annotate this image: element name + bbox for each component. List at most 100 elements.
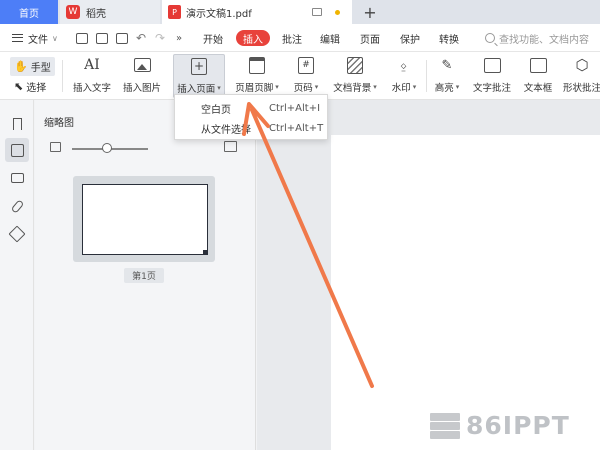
monitor-icon[interactable] [312,8,322,16]
save-button[interactable] [96,24,108,52]
bookmark-icon [12,118,22,134]
file-menu-label: 文件 [28,34,48,46]
add-page-icon: + [190,57,208,75]
menu-comment[interactable]: 批注 [282,24,302,52]
dropdown-item-shortcut: Ctrl+Alt+I [269,102,321,114]
document-canvas[interactable] [257,100,600,450]
site-watermark: 86IPPT [430,408,570,442]
highlight-button[interactable]: ✎ 高亮 ▾ [430,54,464,98]
open-folder-button[interactable] [76,24,88,52]
new-tab-button[interactable]: + [360,2,380,22]
tab-document[interactable]: P 演示文稿1.pdf [162,0,352,24]
dropdown-item-label: 空白页 [201,104,231,116]
text-box-button[interactable]: 文本框 [520,54,556,98]
menu-protect-label: 保护 [400,34,420,46]
stack-logo-icon [430,412,460,439]
menu-convert[interactable]: 转换 [439,24,459,52]
menu-convert-label: 转换 [439,34,459,46]
thumbnail-panel: 缩略图 第1页 [35,100,256,450]
header-footer-label: 页眉页脚 [235,83,274,94]
ribbon-toolbar: ✋ 手型 ⬉ 选择 AI 插入文字 插入图片 + 插入页面 ▾ 页眉页脚 ▾ # 页… [0,52,600,100]
doc-background-label: 文档背景 [333,83,372,94]
menu-page[interactable]: 页面 [360,24,380,52]
menu-protect[interactable]: 保护 [400,24,420,52]
search-placeholder: 查找功能、文档内容 [499,34,589,46]
page-thumbnail[interactable] [73,176,215,262]
hand-tool-button[interactable]: ✋ 手型 [10,57,55,76]
doc-background-button[interactable]: 文档背景 ▾ [331,54,379,98]
menu-insert[interactable]: 插入 [236,30,270,46]
paperclip-icon [10,198,24,214]
watermark-button[interactable]: ⍚ 水印 ▾ [386,54,422,98]
insert-text-button[interactable]: AI 插入文字 [70,54,114,98]
left-icon-bar [0,100,34,450]
menu-comment-label: 批注 [282,34,302,46]
page-thumbnail-image[interactable] [82,184,208,255]
page-number-icon: # [297,56,315,74]
redo-icon: ↷ [155,31,166,45]
watermark-text: 86IPPT [466,410,570,440]
hand-tool-label: 手型 [30,63,51,74]
more-icon: » [176,32,183,44]
page-number-label: 页码 [293,83,313,94]
folder-icon [76,32,88,44]
menu-edit[interactable]: 编辑 [320,24,340,52]
comment-panel-button[interactable] [5,166,29,190]
print-button[interactable] [116,24,128,52]
tab-bar: 首页 W 稻壳 P 演示文稿1.pdf + [0,0,600,24]
highlight-label: 高亮 [434,83,454,94]
attachment-button[interactable] [5,194,29,218]
dropdown-item-shortcut: Ctrl+Alt+T [269,122,324,134]
tab-document-label: 演示文稿1.pdf [186,8,252,20]
dropdown-item-from-file[interactable]: 从文件选择 Ctrl+Alt+T [175,118,327,138]
caret-down-icon: ▾ [373,83,377,91]
signature-icon [8,225,26,243]
chevron-down-icon: ∨ [52,33,58,43]
insert-page-label: 插入页面 [177,84,216,95]
bookmark-button[interactable] [5,112,29,136]
signature-button[interactable] [5,222,29,246]
menu-edit-label: 编辑 [320,34,340,46]
zoom-slider-handle[interactable] [102,143,112,153]
thumbnail-zoom-slider[interactable] [50,140,250,156]
thumbnail-button[interactable] [5,138,29,162]
text-comment-icon [483,56,501,74]
zoom-out-image-icon[interactable] [50,142,61,152]
ribbon-divider [426,60,427,92]
shape-comment-icon: ⬡ [575,56,589,74]
insert-page-dropdown: 空白页 Ctrl+Alt+I 从文件选择 Ctrl+Alt+T [174,94,328,140]
more-tools-button[interactable]: » [176,24,182,52]
caret-down-icon: ▾ [455,83,460,91]
tab-daoke[interactable]: W 稻壳 [60,0,160,24]
watermark-label: 水印 [391,83,411,94]
insert-page-button[interactable]: + 插入页面 ▾ [173,54,225,98]
search-field[interactable]: 查找功能、文档内容 [485,24,589,52]
caret-down-icon: ▾ [275,83,279,91]
header-footer-button[interactable]: 页眉页脚 ▾ [232,54,282,98]
text-box-label: 文本框 [523,83,553,94]
undo-button[interactable]: ↶ [136,24,146,52]
select-tool-button[interactable]: ⬉ 选择 [14,79,46,94]
tab-home-label: 首页 [19,8,39,20]
pdf-file-icon: P [168,5,181,19]
shape-comment-label: 形状批注 [562,83,600,94]
page-number-button[interactable]: # 页码 ▾ [288,54,324,98]
tab-home[interactable]: 首页 [0,0,58,24]
menu-start[interactable]: 开始 [203,24,223,52]
dropdown-item-blank-page[interactable]: 空白页 Ctrl+Alt+I [175,98,327,118]
hamburger-icon [12,34,23,42]
redo-button[interactable]: ↷ [155,24,165,52]
insert-image-label: 插入图片 [122,83,161,94]
insert-image-button[interactable]: 插入图片 [120,54,164,98]
save-icon [96,32,108,44]
document-page[interactable] [331,135,600,450]
header-footer-icon [248,56,266,74]
text-comment-button[interactable]: 文字批注 [470,54,514,98]
highlight-icon: ✎ [441,57,453,73]
shape-comment-button[interactable]: ⬡ 形状批注 [560,54,600,98]
select-tool-label: 选择 [26,83,47,94]
dropdown-item-label: 从文件选择 [201,124,251,136]
undo-icon: ↶ [136,31,147,45]
zoom-in-image-icon[interactable] [224,141,237,152]
file-menu[interactable]: 文件 ∨ [12,24,58,52]
